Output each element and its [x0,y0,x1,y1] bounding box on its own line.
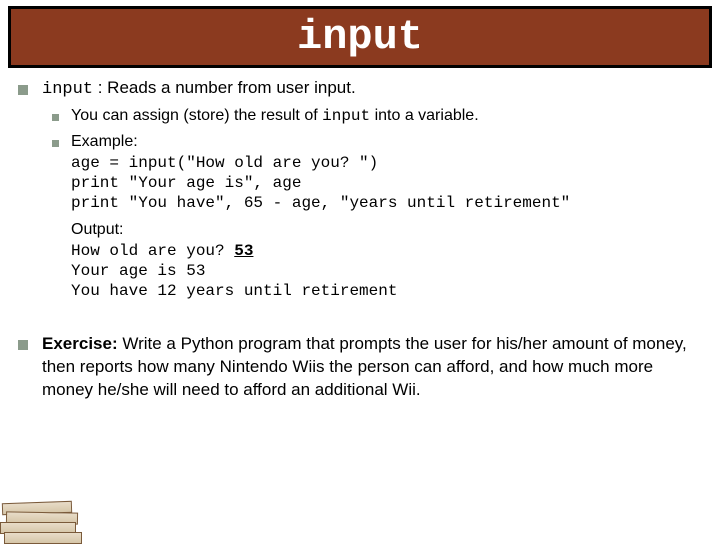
intro-rest: : Reads a number from user input. [93,78,356,97]
sub0-kw: input [322,107,370,125]
slide-title: input [297,13,423,61]
square-bullet-icon [18,85,28,95]
output-line-1: You have 12 years until retirement [71,281,702,301]
output-block: How old are you? 53 Your age is 53 You h… [18,241,702,301]
square-bullet-icon [52,140,59,147]
books-decoration [0,498,90,546]
exercise-label: Exercise: [42,334,118,353]
code-line-0: age = input("How old are you? ") [71,154,378,172]
slide-title-bar: input [8,6,712,68]
output-user-input: 53 [234,242,253,260]
square-bullet-icon [52,114,59,121]
intro-text: input : Reads a number from user input. [42,78,702,99]
code-line-1: print "Your age is", age [71,174,301,192]
output-prompt-row: How old are you? 53 [71,241,702,261]
sub-bullet-1: Example: [52,133,702,151]
sub0-post: into a variable. [370,107,479,124]
sub-bullets: You can assign (store) the result of inp… [18,107,702,151]
exercise-text: Exercise: Write a Python program that pr… [42,333,702,402]
sub-bullet-0: You can assign (store) the result of inp… [52,107,702,125]
sub1-pre: Example: [71,133,138,150]
book-icon [4,532,82,544]
bullet-exercise: Exercise: Write a Python program that pr… [18,333,702,402]
code-block: age = input("How old are you? ") print "… [18,153,702,213]
output-line-0: Your age is 53 [71,261,702,281]
intro-keyword: input [42,80,93,99]
exercise-body: Write a Python program that prompts the … [42,334,687,399]
sub-text-0: You can assign (store) the result of inp… [71,107,702,125]
code-line-2: print "You have", 65 - age, "years until… [71,194,570,212]
output-prompt: How old are you? [71,242,234,260]
sub0-pre: You can assign (store) the result of [71,107,322,124]
output-label: Output: [18,221,702,239]
bullet-intro: input : Reads a number from user input. [18,78,702,99]
sub-text-1: Example: [71,133,702,151]
square-bullet-icon [18,340,28,350]
slide-content: input : Reads a number from user input. … [0,68,720,402]
